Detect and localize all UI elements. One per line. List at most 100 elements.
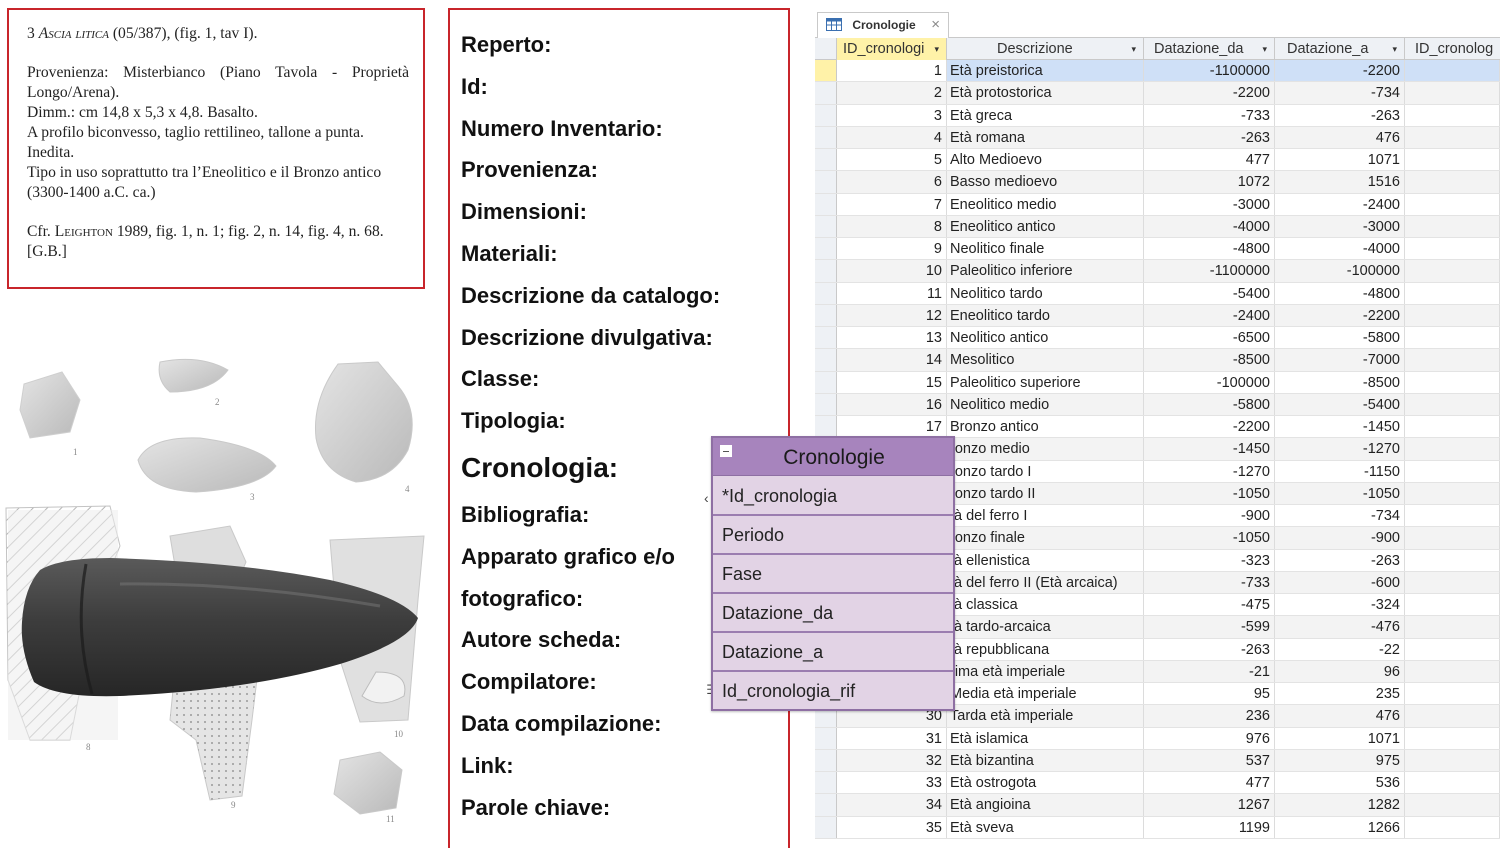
cell-id[interactable]: 32 <box>837 749 947 771</box>
cell-descrizione[interactable]: Età ostrogota <box>947 772 1144 794</box>
cell-datazione-a[interactable]: -1050 <box>1275 482 1405 504</box>
cell-descrizione[interactable]: ronzo medio <box>947 438 1144 460</box>
cell-datazione-a[interactable]: -734 <box>1275 82 1405 104</box>
cell-id-rif[interactable] <box>1405 571 1500 593</box>
row-selector-header[interactable] <box>815 38 837 60</box>
cell-id[interactable]: 11 <box>837 282 947 304</box>
column-header-descrizione[interactable]: Descrizione ▾ <box>947 38 1144 60</box>
cell-datazione-da[interactable]: -475 <box>1144 594 1275 616</box>
entity-field-id-cronologia-rif[interactable]: Id_cronologia_rif <box>713 672 953 711</box>
cell-datazione-da[interactable]: 477 <box>1144 772 1275 794</box>
cell-descrizione[interactable]: Neolitico medio <box>947 393 1144 415</box>
cell-descrizione[interactable]: Mesolitico <box>947 349 1144 371</box>
cell-datazione-a[interactable]: -1150 <box>1275 460 1405 482</box>
cell-id[interactable]: 7 <box>837 193 947 215</box>
table-row[interactable]: 8 Eneolitico antico -4000 -3000 <box>815 215 1500 238</box>
cell-datazione-a[interactable]: -1270 <box>1275 438 1405 460</box>
cell-datazione-da[interactable]: -5800 <box>1144 393 1275 415</box>
chevron-down-icon[interactable]: ▾ <box>1262 38 1267 60</box>
row-selector[interactable] <box>815 282 837 304</box>
row-selector[interactable] <box>815 60 837 82</box>
cell-descrizione[interactable]: Bronzo antico <box>947 416 1144 438</box>
cell-id-rif[interactable] <box>1405 126 1500 148</box>
cell-descrizione[interactable]: Basso medioevo <box>947 171 1144 193</box>
cell-descrizione[interactable]: Età sveva <box>947 816 1144 838</box>
cell-id-rif[interactable] <box>1405 660 1500 682</box>
cell-id[interactable]: 5 <box>837 149 947 171</box>
row-selector[interactable] <box>815 126 837 148</box>
cell-descrizione[interactable]: Età protostorica <box>947 82 1144 104</box>
table-row[interactable]: 6 Basso medioevo 1072 1516 <box>815 171 1500 194</box>
cell-descrizione[interactable]: Eneolitico antico <box>947 215 1144 237</box>
table-row[interactable]: 33 Età ostrogota 477 536 <box>815 772 1500 795</box>
cell-descrizione[interactable]: tà del ferro II (Età arcaica) <box>947 571 1144 593</box>
entity-field-datazione-a[interactable]: Datazione_a <box>713 633 953 672</box>
row-selector[interactable] <box>815 304 837 326</box>
entity-field-datazione-da[interactable]: Datazione_da <box>713 594 953 633</box>
row-selector[interactable] <box>815 727 837 749</box>
row-selector[interactable] <box>815 816 837 838</box>
cell-descrizione[interactable]: Età angioina <box>947 794 1144 816</box>
cell-id-rif[interactable] <box>1405 416 1500 438</box>
cell-datazione-da[interactable]: -100000 <box>1144 371 1275 393</box>
cell-id-rif[interactable] <box>1405 238 1500 260</box>
cell-datazione-da[interactable]: -4000 <box>1144 215 1275 237</box>
cell-descrizione[interactable]: tà del ferro I <box>947 505 1144 527</box>
cell-id-rif[interactable] <box>1405 104 1500 126</box>
cell-id-rif[interactable] <box>1405 349 1500 371</box>
entity-field-id-cronologia[interactable]: *Id_cronologia <box>713 477 953 516</box>
cell-id-rif[interactable] <box>1405 438 1500 460</box>
cell-descrizione[interactable]: Età islamica <box>947 727 1144 749</box>
cell-datazione-a[interactable]: 536 <box>1275 772 1405 794</box>
table-row[interactable]: 3 Età greca -733 -263 <box>815 104 1500 127</box>
cell-descrizione[interactable]: Eneolitico tardo <box>947 304 1144 326</box>
table-row[interactable]: 31 Età islamica 976 1071 <box>815 727 1500 750</box>
cell-datazione-a[interactable]: 1071 <box>1275 727 1405 749</box>
cell-id-rif[interactable] <box>1405 549 1500 571</box>
cell-datazione-da[interactable]: 1199 <box>1144 816 1275 838</box>
cell-datazione-da[interactable]: -8500 <box>1144 349 1275 371</box>
cell-id-rif[interactable] <box>1405 727 1500 749</box>
table-row[interactable]: 2 Età protostorica -2200 -734 <box>815 82 1500 105</box>
table-row[interactable]: 7 Eneolitico medio -3000 -2400 <box>815 193 1500 216</box>
cell-id-rif[interactable] <box>1405 638 1500 660</box>
cell-datazione-da[interactable]: -4800 <box>1144 238 1275 260</box>
row-selector[interactable] <box>815 193 837 215</box>
cell-datazione-a[interactable]: -5800 <box>1275 327 1405 349</box>
cell-datazione-a[interactable]: -7000 <box>1275 349 1405 371</box>
table-row[interactable]: 32 Età bizantina 537 975 <box>815 749 1500 772</box>
cell-id[interactable]: 4 <box>837 126 947 148</box>
table-row[interactable]: 34 Età angioina 1267 1282 <box>815 794 1500 817</box>
column-header-id[interactable]: ID_cronologi ▾ <box>837 38 947 60</box>
cell-id[interactable]: 16 <box>837 393 947 415</box>
cell-descrizione[interactable]: tà repubblicana <box>947 638 1144 660</box>
cell-id-rif[interactable] <box>1405 282 1500 304</box>
cell-id-rif[interactable] <box>1405 193 1500 215</box>
table-row[interactable]: 17 Bronzo antico -2200 -1450 <box>815 416 1500 439</box>
close-icon[interactable]: × <box>931 16 940 33</box>
cell-descrizione[interactable]: Neolitico tardo <box>947 282 1144 304</box>
cell-id-rif[interactable] <box>1405 505 1500 527</box>
cell-datazione-da[interactable]: -599 <box>1144 616 1275 638</box>
cell-datazione-a[interactable]: 235 <box>1275 683 1405 705</box>
cell-id-rif[interactable] <box>1405 482 1500 504</box>
cell-descrizione[interactable]: Neolitico finale <box>947 238 1144 260</box>
cell-id-rif[interactable] <box>1405 149 1500 171</box>
row-selector[interactable] <box>815 149 837 171</box>
table-row[interactable]: 13 Neolitico antico -6500 -5800 <box>815 327 1500 350</box>
table-row[interactable]: 14 Mesolitico -8500 -7000 <box>815 349 1500 372</box>
cell-datazione-da[interactable]: 1072 <box>1144 171 1275 193</box>
cell-datazione-da[interactable]: -5400 <box>1144 282 1275 304</box>
cell-id[interactable]: 31 <box>837 727 947 749</box>
cell-descrizione[interactable]: Età romana <box>947 126 1144 148</box>
row-selector[interactable] <box>815 794 837 816</box>
chevron-down-icon[interactable]: ▾ <box>934 38 939 60</box>
cell-datazione-a[interactable]: -3000 <box>1275 215 1405 237</box>
entity-field-fase[interactable]: Fase <box>713 555 953 594</box>
cell-datazione-a[interactable]: 1071 <box>1275 149 1405 171</box>
table-row[interactable]: 1 Età preistorica -1100000 -2200 <box>815 60 1500 83</box>
cell-descrizione[interactable]: Età greca <box>947 104 1144 126</box>
cell-datazione-da[interactable]: -2400 <box>1144 304 1275 326</box>
table-row[interactable]: 5 Alto Medioevo 477 1071 <box>815 149 1500 172</box>
table-row[interactable]: 15 Paleolitico superiore -100000 -8500 <box>815 371 1500 394</box>
